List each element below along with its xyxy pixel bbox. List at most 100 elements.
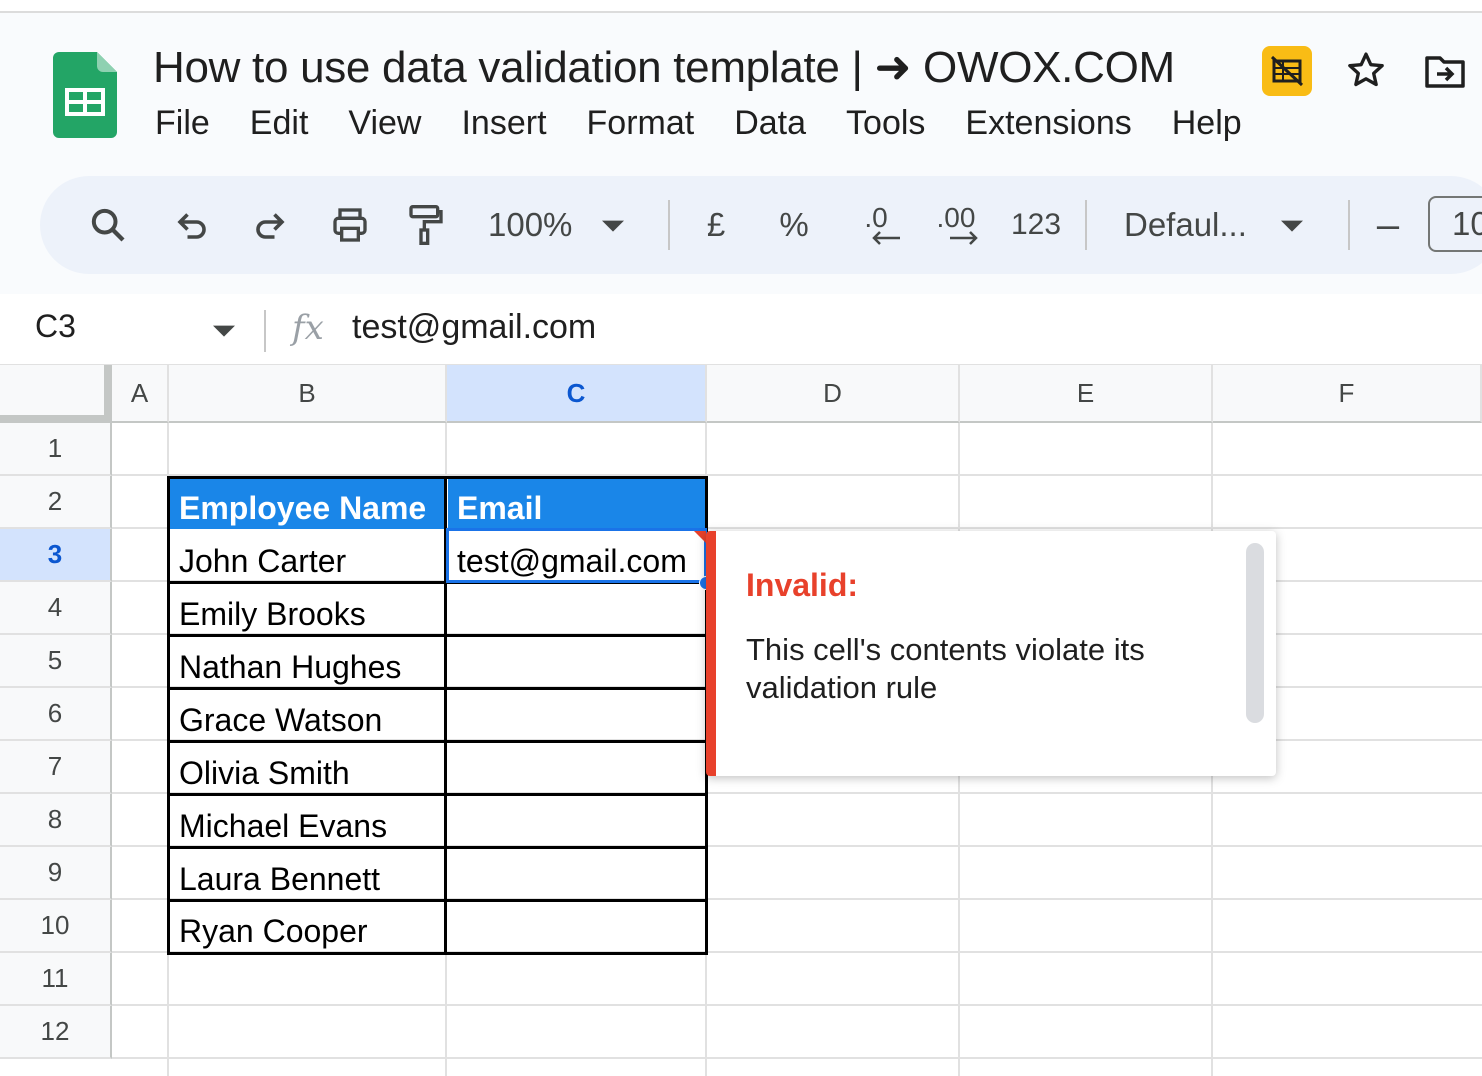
validation-tooltip: Invalid: This cell's contents violate it… [706, 531, 1276, 776]
chevron-down-icon[interactable] [213, 319, 235, 341]
table-cell-name[interactable]: Michael Evans [170, 796, 445, 847]
menu-insert[interactable]: Insert [461, 104, 546, 143]
browser-top-edge [0, 0, 1482, 13]
chevron-down-icon [602, 220, 625, 232]
column-header-f[interactable]: F [1213, 365, 1482, 423]
table-cell-name[interactable]: Olivia Smith [170, 743, 445, 794]
table-cell-email[interactable] [448, 690, 705, 741]
menu-data[interactable]: Data [734, 104, 806, 143]
row-header-7[interactable]: 7 [0, 741, 112, 794]
select-all-corner[interactable] [0, 365, 112, 423]
table-header-email[interactable]: Email [448, 479, 705, 529]
column-header-b[interactable]: B [169, 365, 447, 423]
menu-edit[interactable]: Edit [250, 104, 309, 143]
formula-bar-divider [264, 310, 266, 352]
font-size-input[interactable]: 10 [1428, 196, 1482, 252]
table-row-divider [167, 634, 708, 637]
minus-label: – [1376, 202, 1400, 247]
toolbar-divider [668, 200, 670, 250]
font-select[interactable]: Defaul... [1124, 176, 1334, 274]
increase-decimal-label: .00 [936, 202, 976, 233]
formula-input[interactable]: test@gmail.com [352, 308, 596, 347]
tooltip-message: This cell's contents violate its validat… [746, 632, 1145, 705]
move-to-folder-icon[interactable] [1420, 48, 1470, 96]
menu-format[interactable]: Format [587, 104, 695, 143]
menu-help[interactable]: Help [1172, 104, 1242, 143]
decrease-decimal-button[interactable]: .0 [844, 176, 908, 274]
number-format-button[interactable]: 123 [1004, 176, 1068, 274]
percent-label: % [779, 206, 809, 243]
gridline [112, 1057, 1482, 1059]
currency-label: £ [706, 206, 726, 243]
row-header-4[interactable]: 4 [0, 582, 112, 635]
percent-button[interactable]: % [764, 176, 824, 274]
row-header-12[interactable]: 12 [0, 1006, 112, 1059]
formula-bar: C3 fx test@gmail.com [0, 294, 1482, 366]
font-label: Defaul... [1124, 206, 1247, 243]
table-cell-name[interactable]: Emily Brooks [170, 584, 445, 635]
menu-view[interactable]: View [348, 104, 421, 143]
font-size-value: 10 [1452, 205, 1482, 242]
table-cell-name[interactable]: John Carter [170, 531, 445, 582]
name-box[interactable]: C3 [35, 308, 76, 345]
active-cell-outline [446, 528, 707, 583]
arrow-right-icon [950, 231, 978, 245]
table-cell-name[interactable]: Grace Watson [170, 690, 445, 741]
table-row-divider [167, 740, 708, 743]
redo-icon[interactable] [240, 176, 300, 274]
fx-icon: fx [292, 308, 324, 348]
table-cell-email[interactable] [448, 796, 705, 847]
table-row-divider [167, 846, 708, 849]
row-header-10[interactable]: 10 [0, 900, 112, 953]
paint-format-icon[interactable] [396, 176, 456, 274]
row-header-9[interactable]: 9 [0, 847, 112, 900]
row-header-2[interactable]: 2 [0, 476, 112, 529]
document-title[interactable]: How to use data validation template | ➜ … [153, 42, 1175, 93]
toolbar-divider [1348, 200, 1350, 250]
print-icon[interactable] [320, 176, 380, 274]
table-row-divider [167, 687, 708, 690]
star-icon[interactable] [1342, 46, 1390, 94]
increase-decimal-button[interactable]: .00 [924, 176, 988, 274]
table-cell-email[interactable] [448, 637, 705, 688]
row-header-11[interactable]: 11 [0, 953, 112, 1006]
row-header-6[interactable]: 6 [0, 688, 112, 741]
table-cell-email[interactable] [448, 584, 705, 635]
decrease-font-size-button[interactable]: – [1358, 176, 1418, 274]
table-cell-name[interactable]: Ryan Cooper [170, 902, 445, 952]
row-header-1[interactable]: 1 [0, 423, 112, 476]
table-header-name[interactable]: Employee Name [170, 479, 445, 529]
column-header-e[interactable]: E [960, 365, 1213, 423]
table-cell-name[interactable]: Nathan Hughes [170, 637, 445, 688]
hide-icon[interactable] [1262, 46, 1312, 96]
search-icon[interactable] [78, 176, 138, 274]
undo-icon[interactable] [162, 176, 222, 274]
toolbar: 100% £ % .0 .00 123 Defaul... – 10 [40, 176, 1482, 274]
table-cell-email[interactable] [448, 743, 705, 794]
decrease-decimal-label: .0 [864, 202, 888, 233]
sheets-logo-icon[interactable] [53, 52, 117, 138]
menu-bar: File Edit View Insert Format Data Tools … [155, 104, 1282, 143]
table-row-divider [167, 793, 708, 796]
arrow-left-icon [872, 231, 900, 245]
tooltip-scrollbar[interactable] [1246, 543, 1264, 723]
invalid-marker-icon [694, 531, 706, 543]
column-header-d[interactable]: D [707, 365, 960, 423]
zoom-select[interactable]: 100% [488, 176, 638, 274]
row-header-3[interactable]: 3 [0, 529, 112, 582]
number-format-label: 123 [1010, 208, 1062, 241]
row-header-8[interactable]: 8 [0, 794, 112, 847]
table-cell-email[interactable] [448, 902, 705, 952]
currency-button[interactable]: £ [686, 176, 746, 274]
menu-file[interactable]: File [155, 104, 210, 143]
toolbar-divider [1085, 200, 1087, 250]
chevron-down-icon [1280, 220, 1303, 232]
column-header-a[interactable]: A [112, 365, 169, 423]
table-cell-name[interactable]: Laura Bennett [170, 849, 445, 900]
table-cell-email[interactable] [448, 849, 705, 900]
menu-extensions[interactable]: Extensions [965, 104, 1131, 143]
column-header-c[interactable]: C [447, 365, 707, 423]
row-header-5[interactable]: 5 [0, 635, 112, 688]
gridline [112, 1004, 1482, 1006]
menu-tools[interactable]: Tools [846, 104, 925, 143]
